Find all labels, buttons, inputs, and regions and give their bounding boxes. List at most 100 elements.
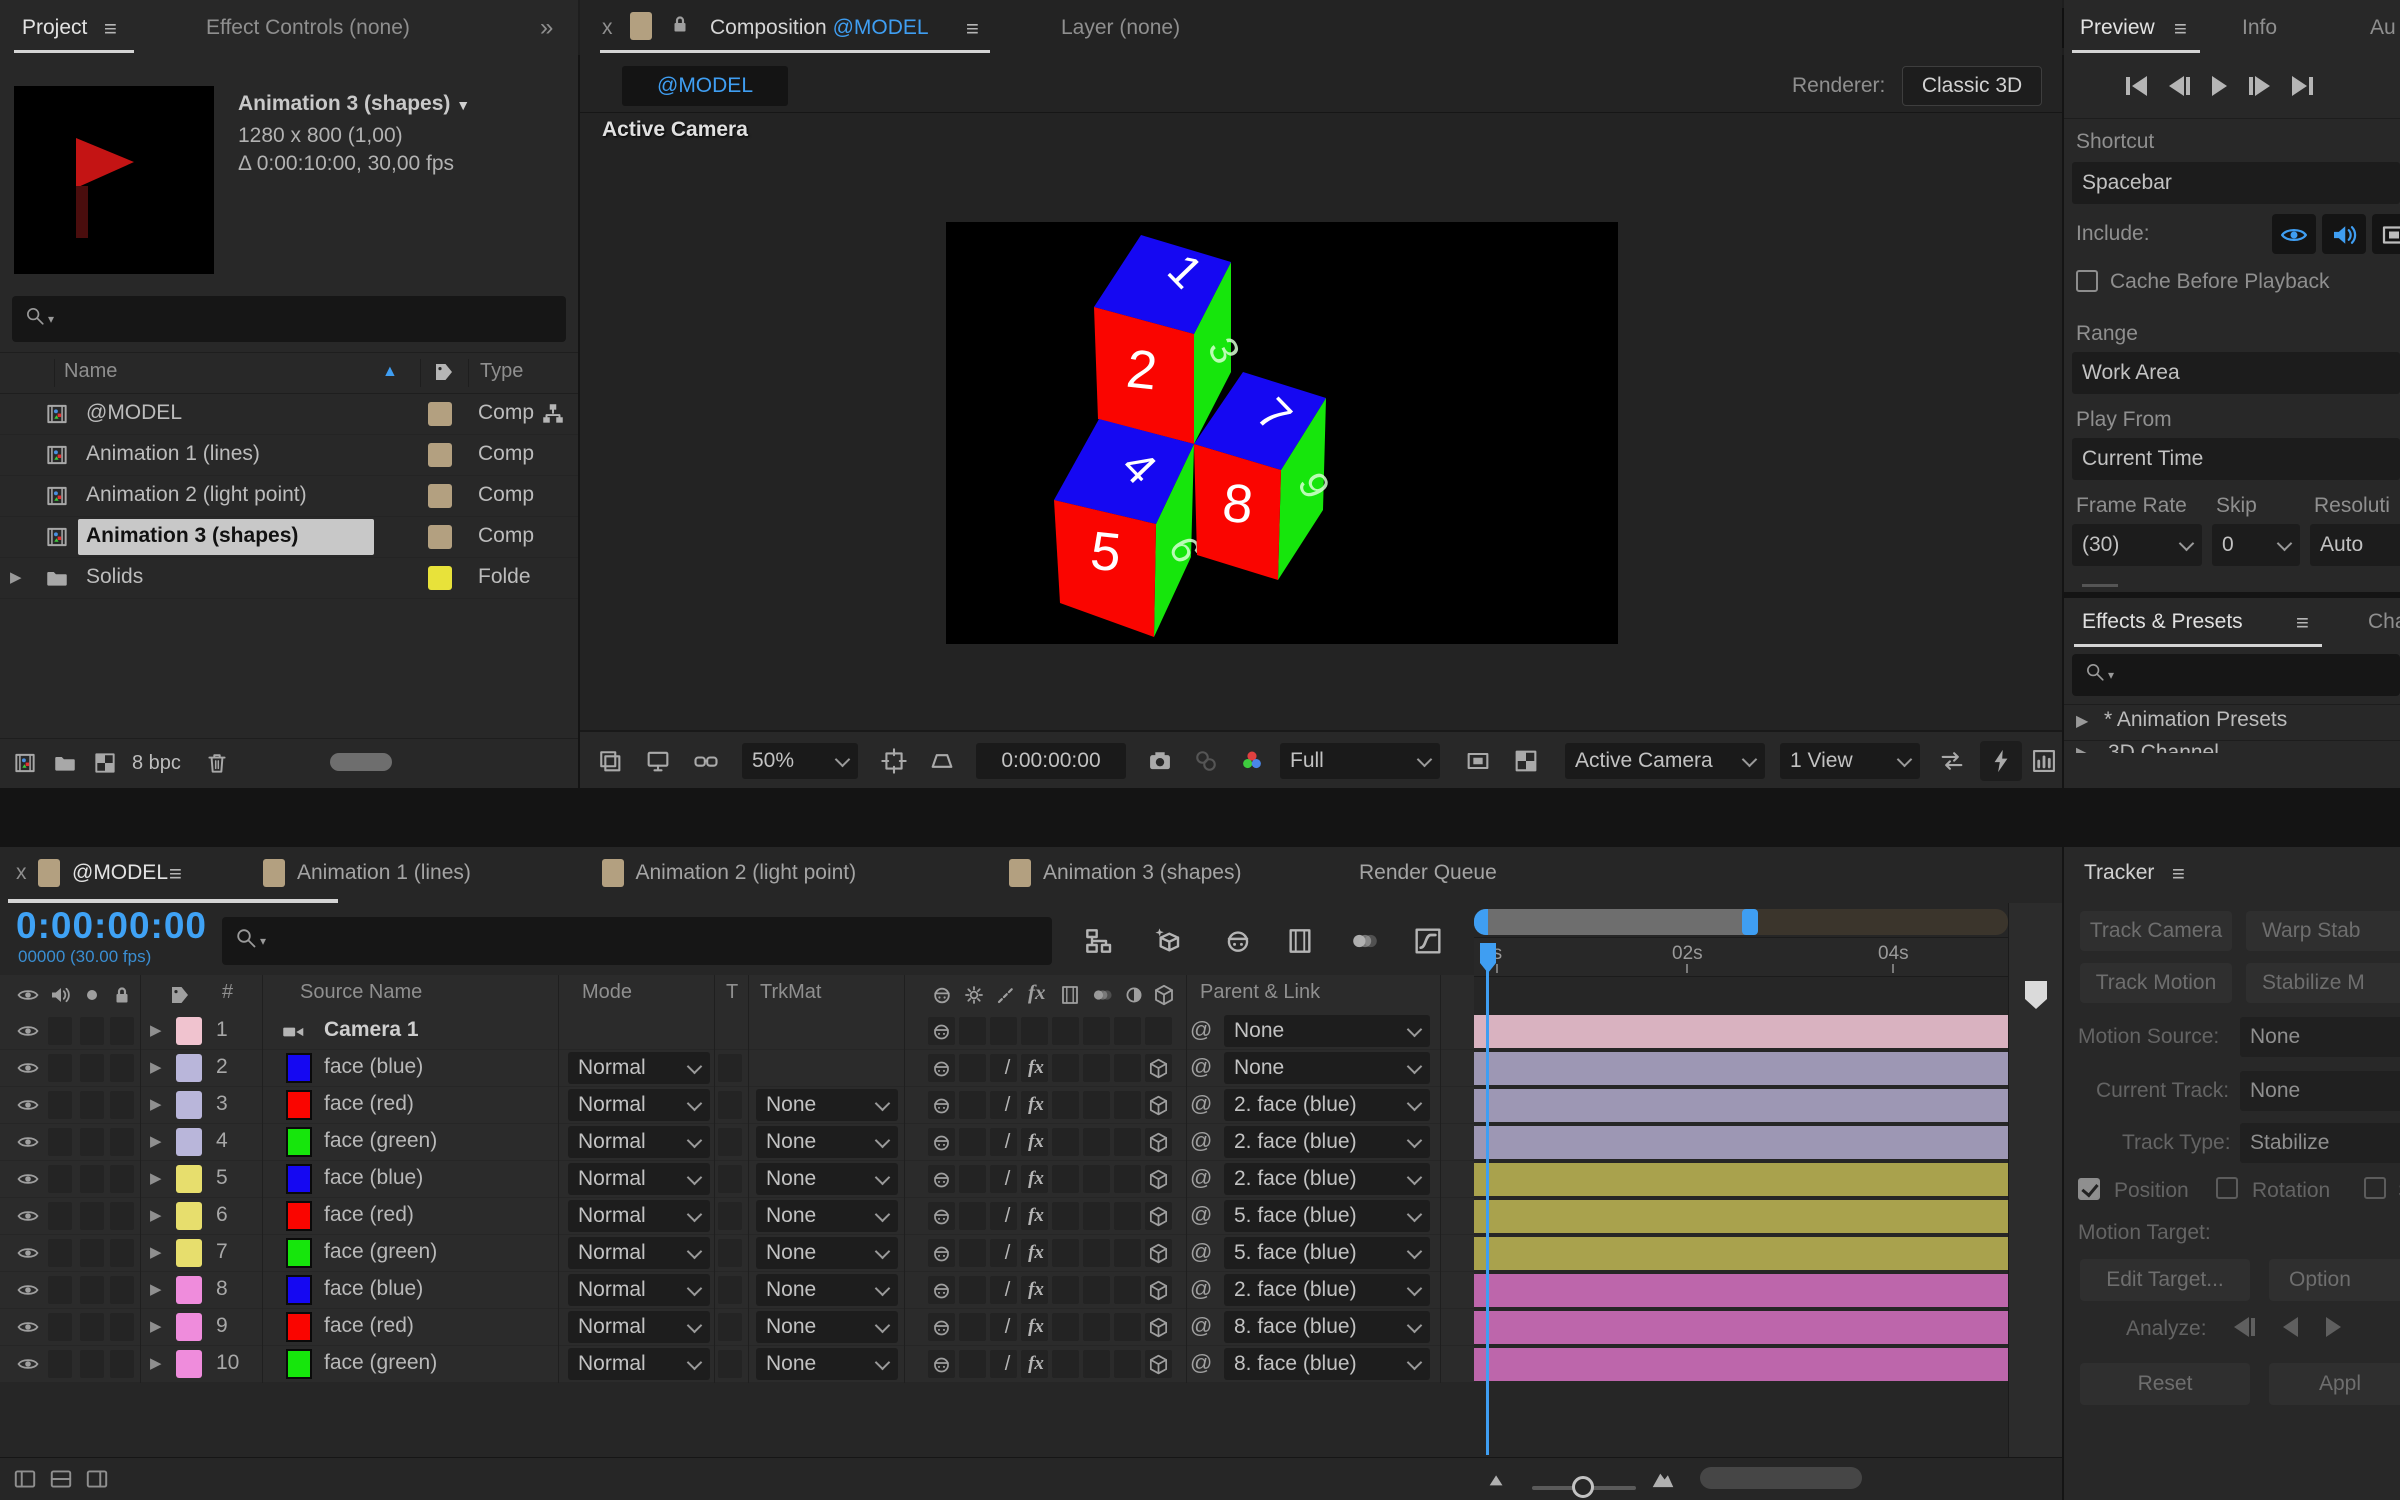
expander-icon[interactable]: ▶ bbox=[10, 568, 22, 586]
layer-switch-well[interactable]: / bbox=[990, 1091, 1017, 1119]
new-folder-icon[interactable] bbox=[52, 750, 78, 782]
layer-switch-well[interactable] bbox=[110, 1165, 134, 1193]
layer-label-swatch[interactable] bbox=[176, 1313, 202, 1341]
shortcut-select[interactable]: Spacebar bbox=[2072, 162, 2400, 204]
layer-switch-well[interactable] bbox=[1114, 1091, 1141, 1119]
toggle-mask-icon[interactable] bbox=[928, 747, 956, 781]
layer-switch-well[interactable] bbox=[48, 1202, 72, 1230]
layer-switch-well[interactable] bbox=[928, 1350, 955, 1378]
column-mode[interactable]: Mode bbox=[582, 981, 632, 1004]
animation-presets-row[interactable]: ▶ * Animation Presets bbox=[2064, 705, 2400, 739]
preserve-transparency-well[interactable] bbox=[718, 1054, 742, 1082]
layer-expander-icon[interactable]: ▶ bbox=[150, 1354, 162, 1372]
layer-visibility-icon[interactable] bbox=[16, 1204, 40, 1234]
blend-mode-select[interactable]: Normal bbox=[568, 1089, 710, 1121]
play-button[interactable] bbox=[2212, 76, 2227, 96]
timeline-panel-menu-icon[interactable]: ≡ bbox=[169, 861, 183, 887]
column-number[interactable]: # bbox=[222, 981, 233, 1004]
layer-switch-well[interactable] bbox=[928, 1054, 955, 1082]
project-item-name[interactable]: Solids bbox=[86, 565, 143, 589]
navigator-start-handle[interactable] bbox=[1474, 909, 1488, 935]
layer-switch-well[interactable] bbox=[48, 1313, 72, 1341]
timeline-tab[interactable]: Animation 3 (shapes) bbox=[1043, 861, 1241, 885]
snapshot-icon[interactable] bbox=[1146, 747, 1174, 781]
layer-switch-well[interactable] bbox=[110, 1276, 134, 1304]
camera-view-select[interactable]: Active Camera bbox=[1565, 743, 1765, 779]
column-trkmat[interactable]: TrkMat bbox=[760, 981, 821, 1004]
zoom-in-frames-icon[interactable] bbox=[1650, 1466, 1676, 1498]
layer-switch-well[interactable] bbox=[1021, 1017, 1048, 1045]
layer-switch-well[interactable] bbox=[110, 1202, 134, 1230]
resolution-value-select[interactable]: Auto bbox=[2310, 524, 2400, 566]
layer-label-swatch[interactable] bbox=[176, 1350, 202, 1378]
layer-name[interactable]: face (blue) bbox=[324, 1277, 423, 1301]
pick-whip-icon[interactable]: @ bbox=[1190, 1091, 1212, 1117]
motion-source-select[interactable]: None bbox=[2240, 1017, 2400, 1057]
toggle-inout-pane-icon[interactable] bbox=[84, 1466, 110, 1498]
layer-switch-well[interactable] bbox=[1145, 1276, 1172, 1304]
layer-switch-well[interactable] bbox=[80, 1017, 104, 1045]
layer-switch-well[interactable] bbox=[110, 1350, 134, 1378]
hide-shy-layers-icon[interactable] bbox=[1222, 925, 1254, 963]
parent-link-select[interactable]: 8. face (blue) bbox=[1224, 1348, 1430, 1380]
layer-label-swatch[interactable] bbox=[176, 1165, 202, 1193]
layer-switch-well[interactable] bbox=[80, 1276, 104, 1304]
stabilize-motion-button[interactable]: Stabilize M bbox=[2246, 963, 2400, 1003]
pick-whip-icon[interactable]: @ bbox=[1190, 1017, 1212, 1043]
track-matte-select[interactable]: None bbox=[756, 1163, 898, 1195]
layer-switch-well[interactable] bbox=[1145, 1165, 1172, 1193]
layer-name[interactable]: face (red) bbox=[324, 1314, 414, 1338]
color-depth[interactable]: 8 bpc bbox=[132, 752, 181, 775]
blend-mode-select[interactable]: Normal bbox=[568, 1200, 710, 1232]
grid-guides-icon[interactable] bbox=[880, 747, 908, 781]
layer-visibility-icon[interactable] bbox=[16, 1352, 40, 1382]
layer-switch-well[interactable]: fx bbox=[1021, 1313, 1048, 1341]
cache-before-playback-checkbox[interactable] bbox=[2076, 270, 2098, 292]
track-camera-button[interactable]: Track Camera bbox=[2080, 911, 2232, 951]
layer-switch-well[interactable]: fx bbox=[1021, 1350, 1048, 1378]
layer-switch-well[interactable] bbox=[959, 1313, 986, 1341]
layer-duration-bar[interactable] bbox=[1474, 1126, 2008, 1159]
effects-panel-menu-icon[interactable]: ≡ bbox=[2296, 610, 2310, 636]
layer-switch-well[interactable] bbox=[1083, 1239, 1110, 1267]
layer-switch-well[interactable] bbox=[80, 1313, 104, 1341]
project-item-name[interactable]: @MODEL bbox=[86, 401, 182, 425]
layer-switch-well[interactable] bbox=[1145, 1313, 1172, 1341]
tab-info[interactable]: Info bbox=[2242, 16, 2277, 40]
layer-label-swatch[interactable] bbox=[176, 1276, 202, 1304]
navigator-end-handle[interactable] bbox=[1742, 909, 1758, 935]
graph-editor-icon[interactable] bbox=[1412, 925, 1444, 963]
layer-switch-well[interactable] bbox=[959, 1202, 986, 1230]
first-frame-button[interactable] bbox=[2126, 76, 2147, 96]
track-type-select[interactable]: Stabilize bbox=[2240, 1123, 2400, 1163]
layer-switch-well[interactable] bbox=[110, 1128, 134, 1156]
comp-flowchart-icon[interactable] bbox=[2030, 747, 2058, 781]
label-column-icon[interactable] bbox=[168, 983, 192, 1013]
comp-panel-menu-icon[interactable]: ≡ bbox=[966, 16, 980, 42]
frame-blending-icon[interactable] bbox=[1284, 925, 1316, 963]
layer-switch-well[interactable] bbox=[959, 1276, 986, 1304]
blend-mode-select[interactable]: Normal bbox=[568, 1348, 710, 1380]
layer-expander-icon[interactable]: ▶ bbox=[150, 1095, 162, 1113]
layer-name[interactable]: Camera 1 bbox=[324, 1018, 419, 1042]
tab-composition[interactable]: Composition @MODEL bbox=[710, 16, 929, 40]
track-matte-select[interactable]: None bbox=[756, 1311, 898, 1343]
parent-link-select[interactable]: 2. face (blue) bbox=[1224, 1274, 1430, 1306]
work-area-marker-icon[interactable] bbox=[2023, 979, 2049, 1011]
layer-expander-icon[interactable]: ▶ bbox=[150, 1206, 162, 1224]
parent-link-select[interactable]: 2. face (blue) bbox=[1224, 1089, 1430, 1121]
layer-switch-well[interactable] bbox=[1052, 1165, 1079, 1193]
analyze-forward-button[interactable] bbox=[2326, 1317, 2341, 1337]
column-type[interactable]: Type bbox=[480, 360, 523, 383]
layer-switch-well[interactable]: fx bbox=[1021, 1202, 1048, 1230]
layer-switch-well[interactable] bbox=[48, 1350, 72, 1378]
layer-switch-well[interactable] bbox=[959, 1017, 986, 1045]
layer-label-swatch[interactable] bbox=[176, 1202, 202, 1230]
layer-switch-well[interactable] bbox=[928, 1128, 955, 1156]
column-t[interactable]: T bbox=[726, 981, 738, 1004]
layer-switch-well[interactable] bbox=[959, 1350, 986, 1378]
label-swatch[interactable] bbox=[428, 484, 452, 508]
tab-project[interactable]: Project bbox=[22, 16, 87, 40]
layer-switch-well[interactable] bbox=[1052, 1054, 1079, 1082]
timeline-tab[interactable]: Animation 2 (light point) bbox=[636, 861, 857, 885]
